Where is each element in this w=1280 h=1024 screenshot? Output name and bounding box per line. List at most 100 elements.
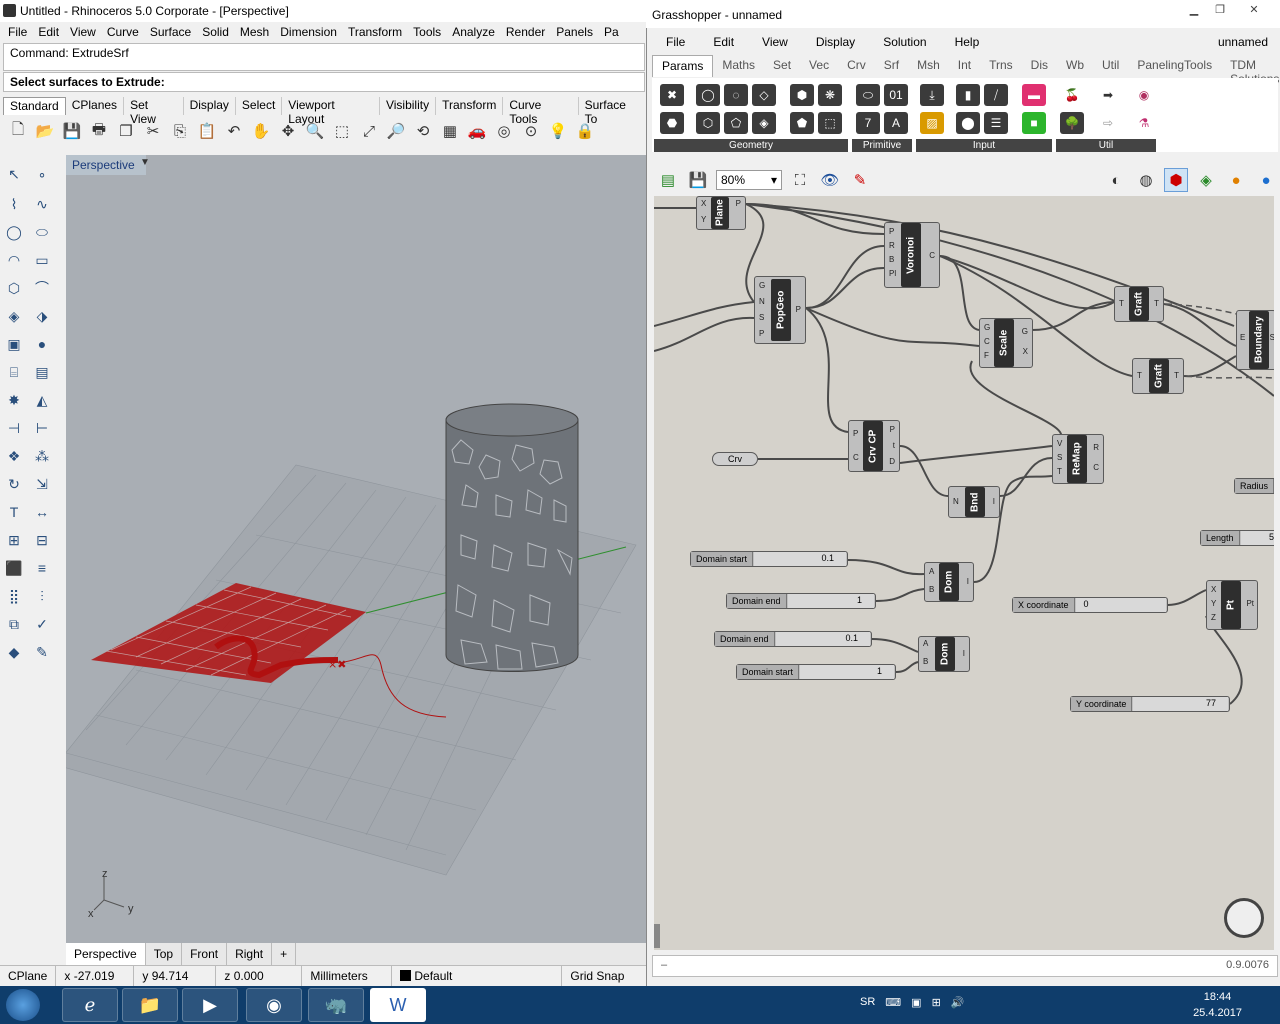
zoom-window-icon[interactable]: ⬚ bbox=[330, 119, 354, 143]
grid-snap-icon[interactable]: ⊙ bbox=[519, 119, 543, 143]
curve-icon[interactable]: ∿ bbox=[31, 193, 53, 215]
twisted-box-icon[interactable]: ⬚ bbox=[818, 112, 842, 134]
preview-eye-icon[interactable]: 👁 bbox=[818, 168, 842, 192]
import-icon[interactable]: ⤓ bbox=[920, 84, 944, 106]
fillet-icon[interactable]: ⌒ bbox=[31, 277, 53, 299]
tab-surface-tools[interactable]: Surface To bbox=[579, 97, 648, 126]
block-icon[interactable]: ⊞ bbox=[3, 529, 25, 551]
ghtab-tdm-solutions[interactable]: TDM Solutions bbox=[1221, 55, 1280, 86]
circular-arc-icon[interactable]: ◌ bbox=[724, 84, 748, 106]
word-icon[interactable]: W bbox=[370, 988, 426, 1022]
material-ball-icon[interactable]: ● bbox=[1224, 168, 1248, 192]
menu-solid[interactable]: Solid bbox=[197, 25, 235, 39]
trim-icon[interactable]: ⊣ bbox=[3, 417, 25, 439]
toggle-icon[interactable]: ▮ bbox=[956, 84, 980, 106]
boundary-component[interactable]: E Boundary S bbox=[1236, 310, 1274, 370]
preview-shaded-icon[interactable]: ⬢ bbox=[1164, 168, 1188, 192]
internet-explorer-icon[interactable]: ℯ bbox=[62, 988, 118, 1022]
gh-canvas[interactable]: X Y Plane P P R B Pl Voronoi C G N S P P… bbox=[654, 196, 1274, 950]
gh-menu-file[interactable]: File bbox=[648, 35, 695, 49]
perspective-viewport[interactable]: ×✖ z y x bbox=[55, 155, 646, 943]
viewport-title[interactable]: Perspective bbox=[66, 155, 146, 175]
ribbon-label-input[interactable]: Input bbox=[916, 139, 1052, 152]
split-icon[interactable]: ⊢ bbox=[31, 417, 53, 439]
open-folder-icon[interactable]: 📂 bbox=[33, 119, 57, 143]
circle-param-icon[interactable]: ◯ bbox=[696, 84, 720, 106]
group-param-icon[interactable]: ⬣ bbox=[660, 112, 684, 134]
viewtab-add-icon[interactable]: + bbox=[272, 943, 297, 965]
viewtab-right[interactable]: Right bbox=[227, 943, 273, 965]
status-layer[interactable]: Default bbox=[392, 965, 563, 987]
gh-menu-help[interactable]: Help bbox=[937, 35, 990, 49]
canvas-scroll-handle[interactable] bbox=[654, 924, 660, 948]
osnap-icon[interactable]: ◎ bbox=[492, 119, 516, 143]
gh-menu-edit[interactable]: Edit bbox=[695, 35, 744, 49]
voronoi-cylinder[interactable] bbox=[445, 403, 579, 672]
check-icon[interactable]: ✓ bbox=[31, 613, 53, 635]
surface-param-icon[interactable]: ⬟ bbox=[790, 112, 814, 134]
data-input-icon[interactable]: ⇨ bbox=[1096, 112, 1120, 134]
arc-icon[interactable]: ◠ bbox=[3, 249, 25, 271]
slider-param-icon[interactable]: ⧸ bbox=[984, 84, 1008, 106]
document-preview-icon[interactable]: ◈ bbox=[1194, 168, 1218, 192]
rotate-icon[interactable]: ↻ bbox=[3, 473, 25, 495]
slider-domain-start-2[interactable]: Domain start 1 bbox=[736, 664, 896, 680]
ghtab-set[interactable]: Set bbox=[764, 55, 800, 77]
point-icon[interactable]: ∘ bbox=[31, 163, 53, 185]
value-list-icon[interactable]: ☰ bbox=[984, 112, 1008, 134]
remap-component[interactable]: V S T ReMap R C bbox=[1052, 434, 1104, 484]
plane-param-icon[interactable]: ⬠ bbox=[724, 112, 748, 134]
gh-menu-display[interactable]: Display bbox=[798, 35, 865, 49]
tab-set-view[interactable]: Set View bbox=[124, 97, 184, 126]
cylinder-icon[interactable]: ⌸ bbox=[3, 361, 25, 383]
slider-domain-start-1[interactable]: Domain start 0.1 bbox=[690, 551, 848, 567]
boolean-icon[interactable]: ◭ bbox=[31, 389, 53, 411]
scale-icon[interactable]: ⇲ bbox=[31, 473, 53, 495]
mesh-icon[interactable]: ▤ bbox=[31, 361, 53, 383]
galapagos-icon[interactable]: ◉ bbox=[1132, 84, 1156, 106]
dom-component-2[interactable]: A B Dom I bbox=[918, 636, 970, 672]
media-player-icon[interactable]: ▶ bbox=[182, 988, 238, 1022]
car-render-icon[interactable]: 🚗 bbox=[465, 119, 489, 143]
pt-component[interactable]: X Y Z Pt Pt bbox=[1206, 580, 1258, 630]
tab-select[interactable]: Select bbox=[236, 97, 283, 115]
surface-icon[interactable]: ◈ bbox=[3, 305, 25, 327]
menu-dimension[interactable]: Dimension bbox=[275, 25, 343, 39]
voronoi-component[interactable]: P R B Pl Voronoi C bbox=[884, 222, 940, 288]
menu-transform[interactable]: Transform bbox=[343, 25, 408, 39]
four-viewports-icon[interactable]: ▦ bbox=[438, 119, 462, 143]
gh-save-icon[interactable]: 💾 bbox=[686, 168, 710, 192]
chrome-icon[interactable]: ◉ bbox=[246, 988, 302, 1022]
crv-cp-component[interactable]: P C Crv CP P t D bbox=[848, 420, 900, 472]
solver-widget-icon[interactable] bbox=[1224, 898, 1264, 938]
loft-icon[interactable]: ⬗ bbox=[31, 305, 53, 327]
zoom-selected-icon[interactable]: 🔎 bbox=[384, 119, 408, 143]
menu-curve[interactable]: Curve bbox=[102, 25, 145, 39]
ghtab-trns[interactable]: Trns bbox=[980, 55, 1022, 77]
viewtab-front[interactable]: Front bbox=[182, 943, 228, 965]
ghtab-util[interactable]: Util bbox=[1093, 55, 1128, 77]
integer-param-icon[interactable]: 01 bbox=[884, 84, 908, 106]
sphere-icon[interactable]: ● bbox=[31, 333, 53, 355]
align-icon[interactable]: ⫶ bbox=[31, 585, 53, 607]
tab-transform[interactable]: Transform bbox=[436, 97, 504, 115]
scale-component[interactable]: G C F Scale G X bbox=[979, 318, 1033, 368]
menu-mesh[interactable]: Mesh bbox=[235, 25, 275, 39]
dimension-icon[interactable]: ↔ bbox=[31, 501, 53, 523]
graph-mapper-icon[interactable]: ▨ bbox=[920, 112, 944, 134]
menu-file[interactable]: File bbox=[3, 25, 33, 39]
language-indicator[interactable]: SR bbox=[860, 996, 875, 1009]
crv-param[interactable]: Crv bbox=[712, 452, 758, 466]
grid-array-icon[interactable]: ⣿ bbox=[3, 585, 25, 607]
slider-x-coordinate[interactable]: X coordinate 0 bbox=[1012, 597, 1168, 613]
clock[interactable]: 18:44 25.4.2017 bbox=[1193, 989, 1242, 1021]
tab-viewport-layout[interactable]: Viewport Layout bbox=[282, 97, 380, 126]
keyboard-icon[interactable]: ⌨ bbox=[885, 996, 901, 1009]
text-param-icon[interactable]: A bbox=[884, 112, 908, 134]
ribbon-label-util[interactable]: Util bbox=[1056, 139, 1156, 152]
ghtab-crv[interactable]: Crv bbox=[838, 55, 875, 77]
start-button-icon[interactable] bbox=[6, 989, 40, 1021]
tab-visibility[interactable]: Visibility bbox=[380, 97, 437, 115]
viewtab-perspective[interactable]: Perspective bbox=[66, 943, 146, 965]
bnd-component[interactable]: N Bnd I bbox=[948, 486, 1000, 518]
